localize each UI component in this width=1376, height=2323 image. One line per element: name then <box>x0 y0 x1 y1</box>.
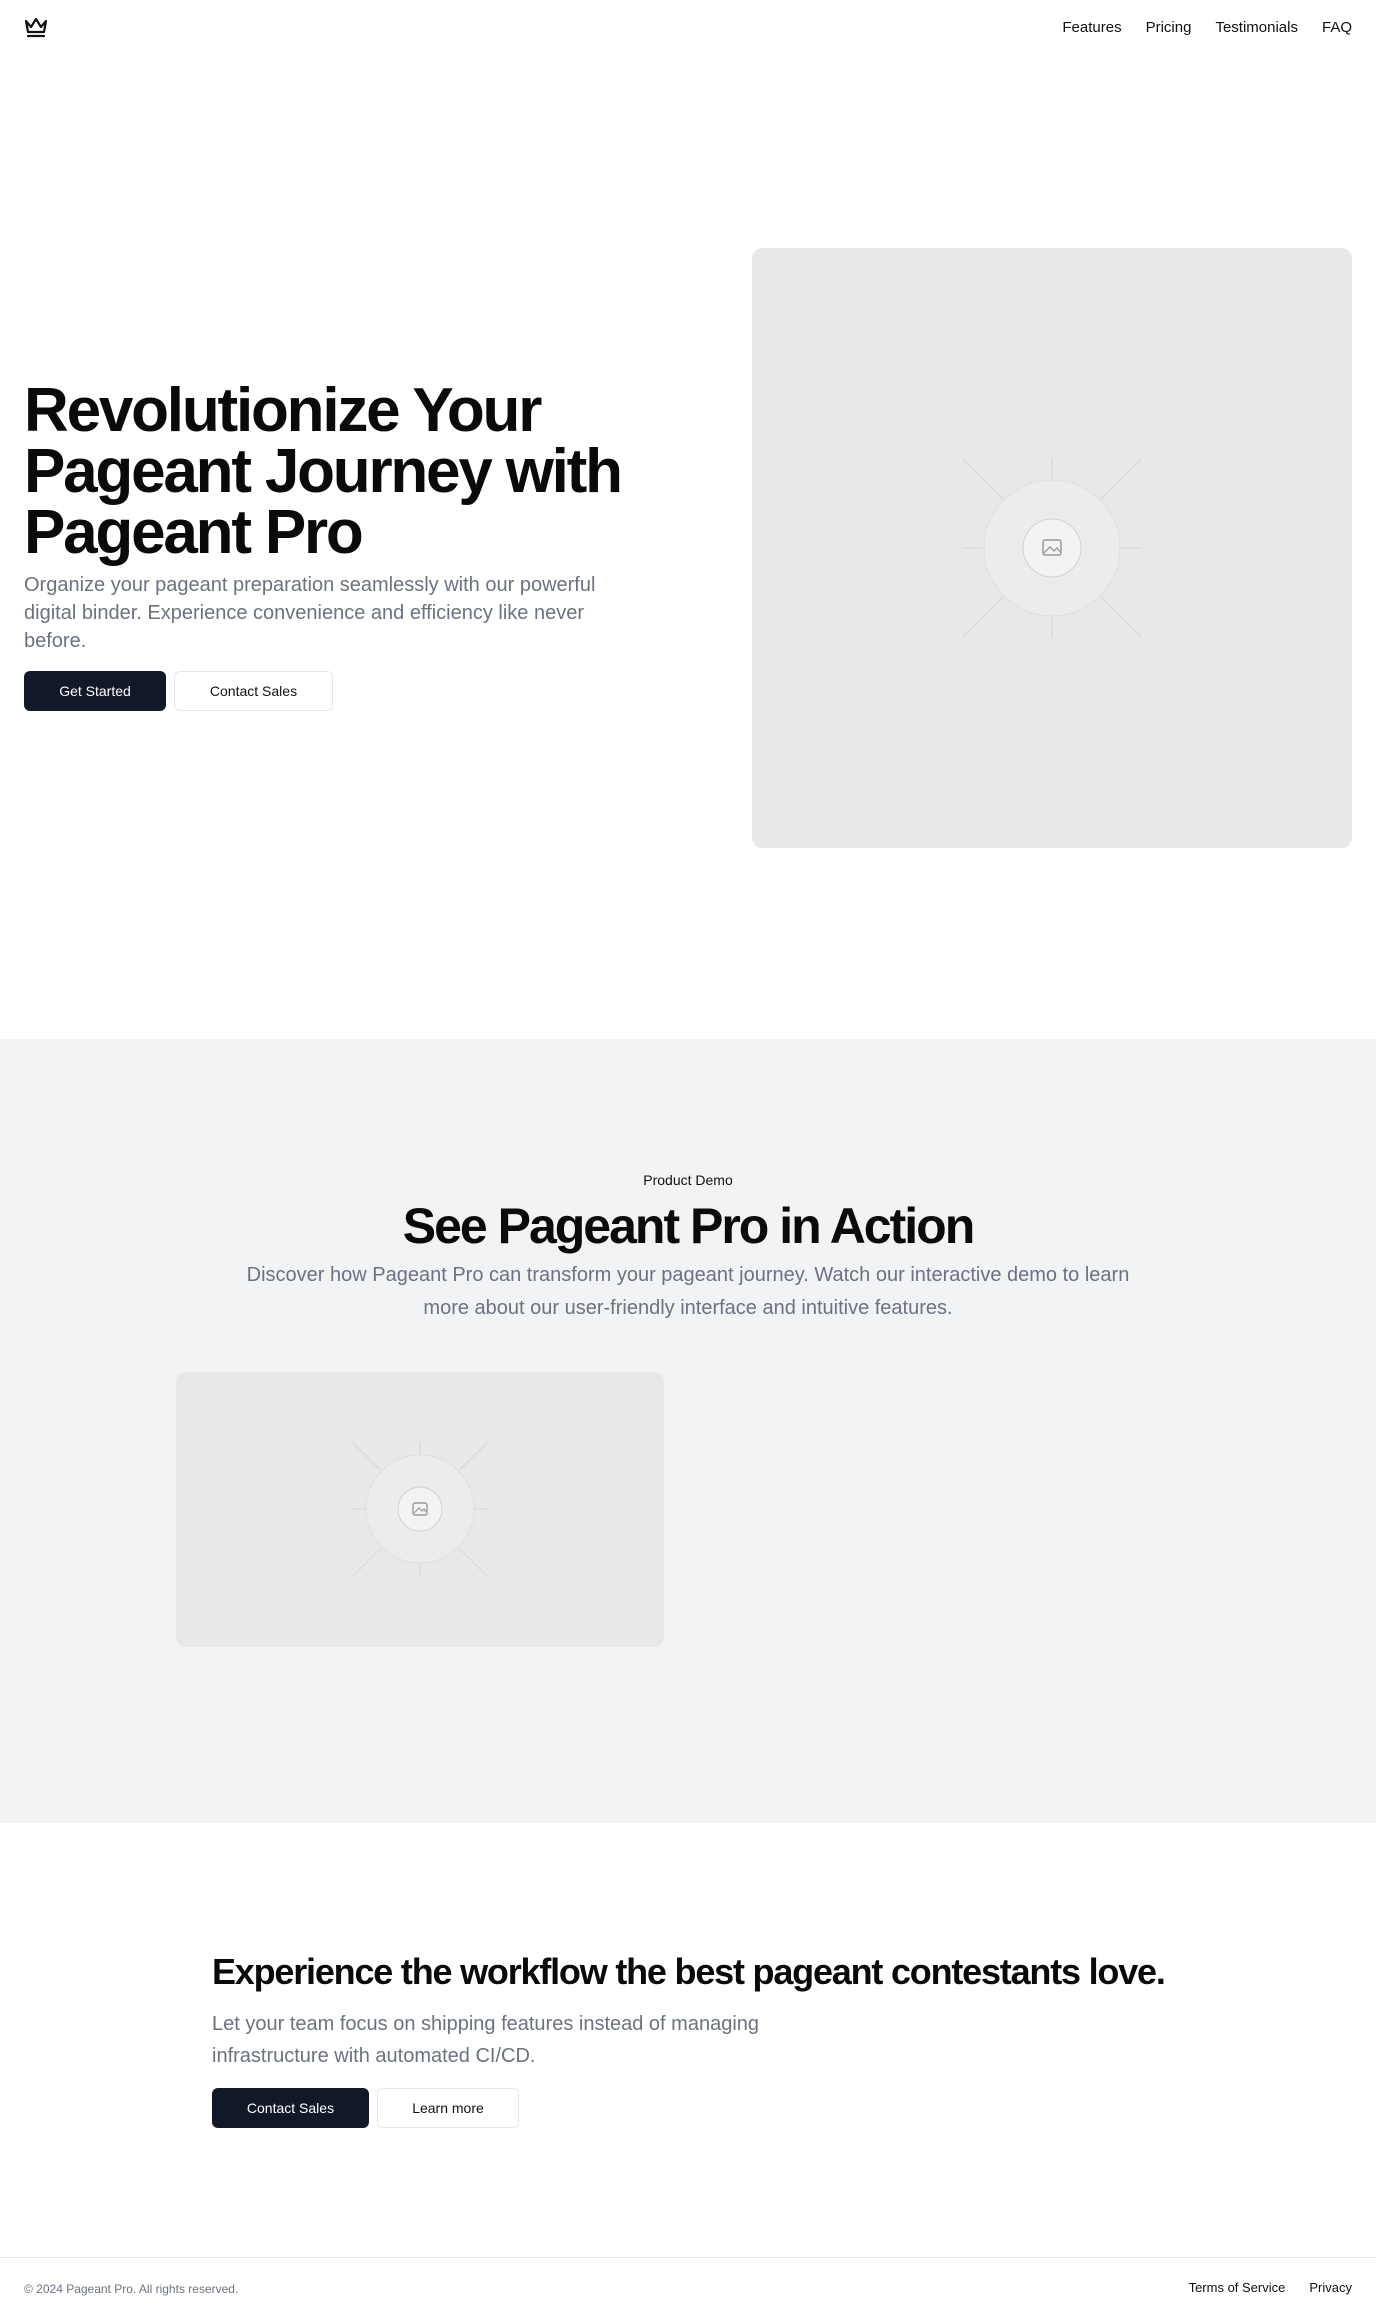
nav-link-faq[interactable]: FAQ <box>1322 18 1352 38</box>
contact-sales-button[interactable]: Contact Sales <box>174 671 333 711</box>
demo-video-placeholder[interactable] <box>176 1372 664 1647</box>
demo-subtitle: Discover how Pageant Pro can transform y… <box>246 1264 1130 1319</box>
demo-title: See Pageant Pro in Action <box>402 1198 976 1254</box>
privacy-link[interactable]: Privacy <box>1309 2280 1352 2295</box>
cta-subtitle: Let your team focus on shipping features… <box>212 2013 760 2067</box>
footer-links: Terms of Service Privacy <box>1189 2280 1352 2295</box>
demo-kicker: Product Demo <box>643 1172 733 1188</box>
terms-of-service-link[interactable]: Terms of Service <box>1189 2280 1286 2295</box>
nav-link-pricing[interactable]: Pricing <box>1146 18 1192 38</box>
hero-subtitle: Organize your pageant preparation seamle… <box>24 574 596 652</box>
image-placeholder-icon <box>961 457 1143 639</box>
site-footer: © 2024 Pageant Pro. All rights reserved.… <box>0 2257 1376 2323</box>
hero-title: Revolutionize Your Pageant Journey with … <box>24 376 623 567</box>
hero-image-placeholder <box>752 248 1352 848</box>
get-started-button[interactable]: Get Started <box>24 671 166 711</box>
copyright-text: © 2024 Pageant Pro. All rights reserved. <box>24 2282 239 2296</box>
crown-icon[interactable] <box>24 16 48 38</box>
main-nav: Features Pricing Testimonials FAQ <box>1062 18 1352 38</box>
cta-title: Experience the workflow the best pageant… <box>212 1951 1166 1992</box>
nav-link-testimonials[interactable]: Testimonials <box>1215 18 1298 38</box>
learn-more-button[interactable]: Learn more <box>377 2088 519 2128</box>
image-placeholder-icon <box>351 1441 489 1578</box>
nav-link-features[interactable]: Features <box>1062 18 1121 38</box>
site-header: Features Pricing Testimonials FAQ <box>0 0 1376 56</box>
cta-contact-sales-button[interactable]: Contact Sales <box>212 2088 369 2128</box>
